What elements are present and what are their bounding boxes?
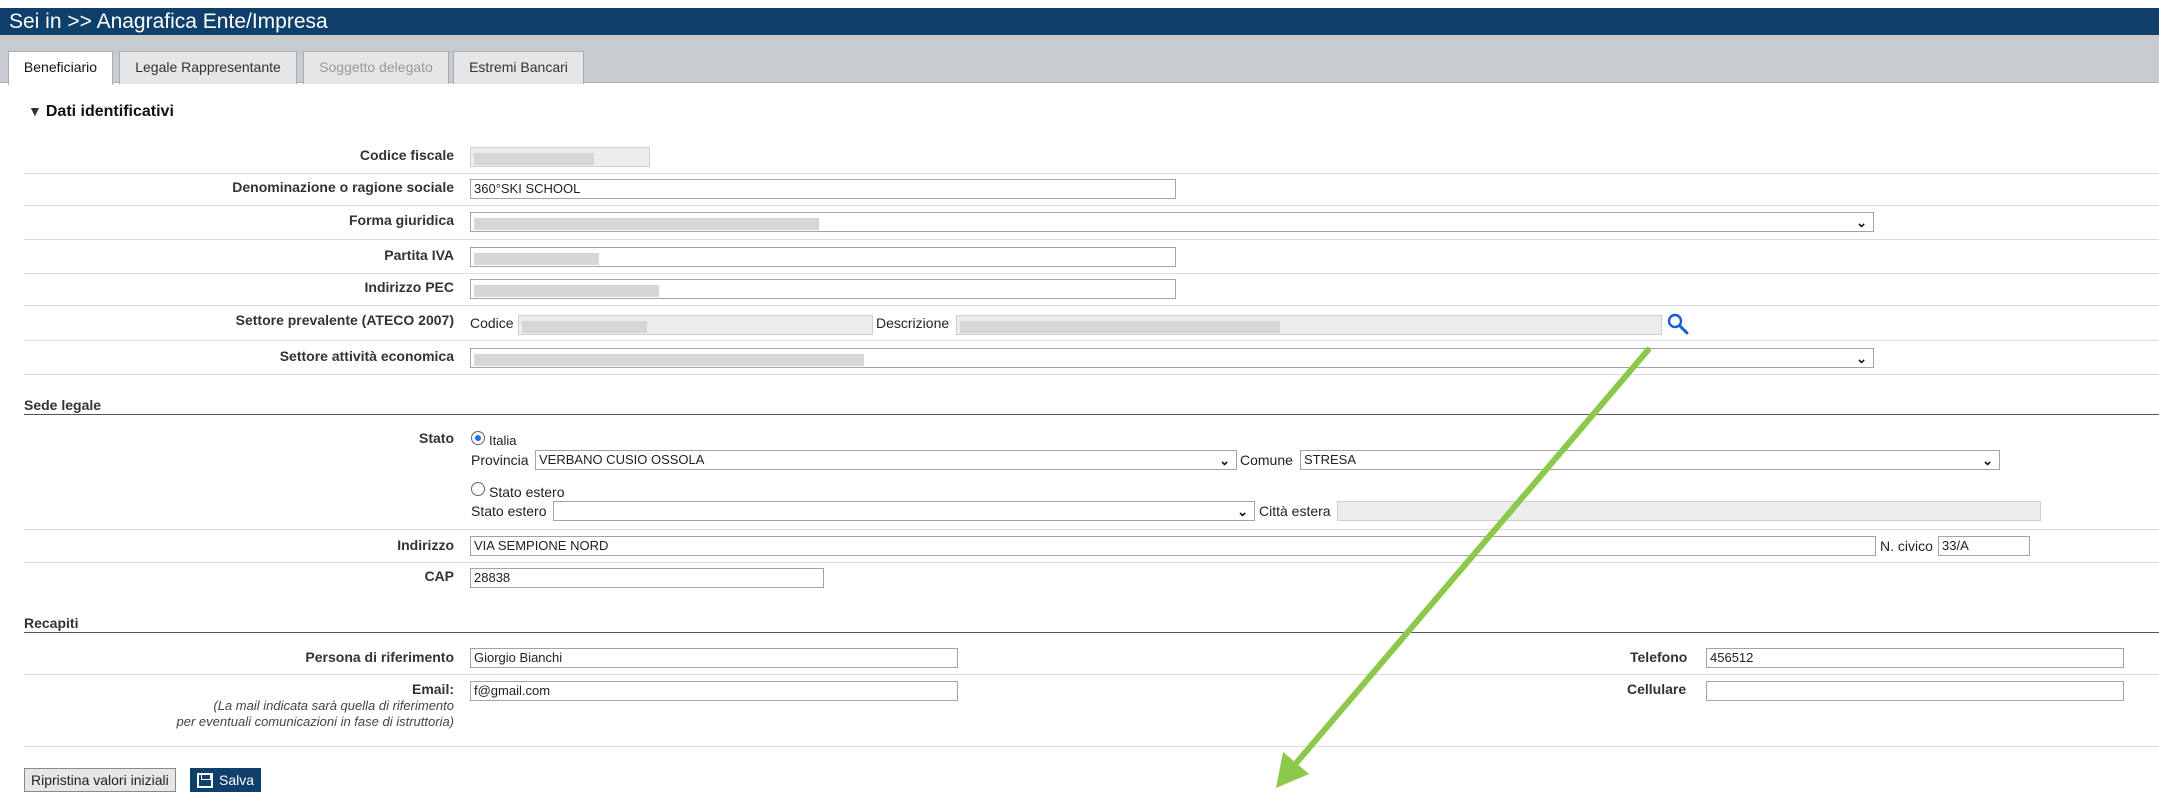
save-icon xyxy=(197,773,213,788)
recapiti-heading: Recapiti xyxy=(24,615,79,631)
cap-label: CAP xyxy=(424,568,454,584)
tab-bar: Beneficiario Legale Rappresentante Sogge… xyxy=(0,35,2159,85)
forma-giuridica-select[interactable]: ⌄ xyxy=(470,212,1874,232)
chevron-down-icon: ⌄ xyxy=(1982,453,1993,468)
civico-input[interactable]: 33/A xyxy=(1938,536,2030,556)
annotation-arrow xyxy=(1276,347,1651,788)
persona-input[interactable]: Giorgio Bianchi xyxy=(470,648,958,668)
civico-label: N. civico xyxy=(1880,538,1933,554)
italia-label: Italia xyxy=(489,433,517,448)
ateco-descrizione-field xyxy=(956,315,1662,335)
email-input[interactable]: f@gmail.com xyxy=(470,681,958,701)
comune-select[interactable]: STRESA ⌄ xyxy=(1300,450,2000,470)
sede-legale-heading: Sede legale xyxy=(24,397,102,413)
chevron-down-icon: ⌄ xyxy=(1237,504,1248,519)
radio-italia[interactable] xyxy=(471,431,485,445)
indirizzo-input[interactable]: VIA SEMPIONE NORD xyxy=(470,536,1876,556)
ateco-descrizione-label: Descrizione xyxy=(876,315,950,331)
comune-label: Comune xyxy=(1240,452,1293,468)
email-note-1: (La mail indicata sarà quella di riferim… xyxy=(213,698,454,713)
partita-iva-input[interactable] xyxy=(470,247,1176,267)
settore-label: Settore attività economica xyxy=(279,348,454,364)
collapse-triangle-icon: ▼ xyxy=(28,103,42,119)
search-icon[interactable] xyxy=(1666,312,1690,336)
reset-button[interactable]: Ripristina valori iniziali xyxy=(24,768,176,792)
stato-estero-select[interactable]: ⌄ xyxy=(553,501,1255,521)
citta-estera-label: Città estera xyxy=(1259,503,1331,519)
cellulare-input[interactable] xyxy=(1706,681,2124,701)
persona-label: Persona di riferimento xyxy=(305,649,454,665)
pec-input[interactable] xyxy=(470,279,1176,299)
pec-label: Indirizzo PEC xyxy=(364,279,454,295)
page-title: Sei in >> Anagrafica Ente/Impresa xyxy=(0,8,2159,35)
tab-estremi-bancari[interactable]: Estremi Bancari xyxy=(453,51,584,84)
telefono-label: Telefono xyxy=(1630,649,1688,665)
forma-giuridica-label: Forma giuridica xyxy=(348,212,454,228)
email-label: Email: xyxy=(411,681,454,697)
cap-input[interactable]: 28838 xyxy=(470,568,824,588)
cellulare-label: Cellulare xyxy=(1627,681,1687,697)
codice-fiscale-field xyxy=(470,147,650,167)
email-note-2: per eventuali comunicazioni in fase di i… xyxy=(176,714,454,729)
ateco-codice-field xyxy=(518,315,873,335)
tab-soggetto-delegato: Soggetto delegato xyxy=(303,51,449,84)
denominazione-label: Denominazione o ragione sociale xyxy=(232,179,454,195)
chevron-down-icon: ⌄ xyxy=(1856,215,1867,230)
tab-legale-rappresentante[interactable]: Legale Rappresentante xyxy=(119,51,297,84)
ateco-label: Settore prevalente (ATECO 2007) xyxy=(235,312,454,328)
tab-beneficiario[interactable]: Beneficiario xyxy=(8,51,113,85)
citta-estera-field xyxy=(1337,501,2041,521)
chevron-down-icon: ⌄ xyxy=(1219,453,1230,468)
provincia-label: Provincia xyxy=(471,452,529,468)
denominazione-input[interactable]: 360°SKI SCHOOL xyxy=(470,179,1176,199)
stato-estero-radio-label: Stato estero xyxy=(489,484,565,500)
chevron-down-icon: ⌄ xyxy=(1856,351,1867,366)
radio-stato-estero[interactable] xyxy=(471,482,485,496)
indirizzo-label: Indirizzo xyxy=(397,537,454,553)
settore-select[interactable]: ⌄ xyxy=(470,348,1874,368)
telefono-input[interactable]: 456512 xyxy=(1706,648,2124,668)
section-dati-identificativi[interactable]: ▼ Dati identificativi xyxy=(28,103,174,121)
codice-fiscale-label: Codice fiscale xyxy=(359,147,454,163)
ateco-codice-label: Codice xyxy=(470,315,514,331)
partita-iva-label: Partita IVA xyxy=(384,247,454,263)
provincia-select[interactable]: VERBANO CUSIO OSSOLA ⌄ xyxy=(535,450,1237,470)
stato-label: Stato xyxy=(419,430,454,446)
stato-estero-label: Stato estero xyxy=(471,503,547,519)
save-button[interactable]: Salva xyxy=(190,768,262,792)
